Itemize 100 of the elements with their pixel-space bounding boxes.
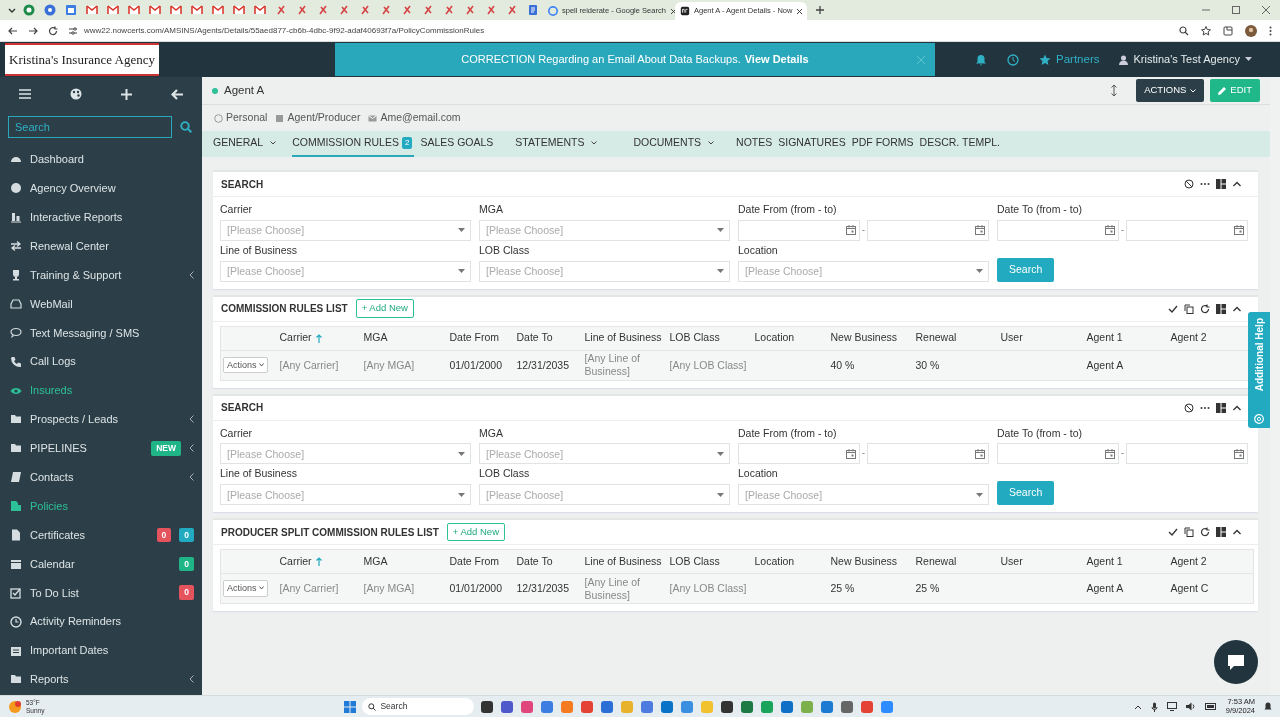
column-header[interactable]: Carrier <box>279 554 312 567</box>
actions-button[interactable]: ACTIONS <box>1136 79 1205 102</box>
calendar-icon[interactable] <box>1105 448 1115 459</box>
sidebar-item[interactable]: Prospects / Leads <box>0 405 202 434</box>
search-field[interactable]: Search <box>8 116 172 138</box>
calendar-icon[interactable] <box>1234 225 1244 236</box>
column-header[interactable]: Location <box>754 331 795 344</box>
new-tab-icon[interactable] <box>815 5 825 15</box>
check-icon[interactable] <box>1168 303 1178 314</box>
clear-icon[interactable] <box>1184 402 1194 413</box>
sidebar-item[interactable]: Important Dates <box>0 636 202 666</box>
menu-icon[interactable] <box>1269 25 1272 36</box>
column-header[interactable]: User <box>1000 331 1023 344</box>
url-field[interactable]: www22.nowcerts.com/AMSINS/Agents/Details/55aed877-cb6b-4dbc-9f92-adaf40693f7a/PolicyCommissionRules <box>84 24 485 37</box>
column-header[interactable]: Line of Business <box>584 331 662 344</box>
mail-icon[interactable] <box>127 4 140 16</box>
plus-icon[interactable] <box>120 88 132 100</box>
nav-tab[interactable]: DOCUMENTS <box>633 131 731 157</box>
app-icon[interactable] <box>500 699 515 714</box>
date-field[interactable] <box>738 219 860 241</box>
weather-icon[interactable] <box>8 699 22 714</box>
sidebar-item[interactable]: Agency Overview <box>0 173 202 203</box>
refresh-icon[interactable] <box>1200 303 1210 314</box>
sidebar-item[interactable]: Certificates 0 0 <box>0 520 202 550</box>
nav-tab[interactable]: SALES GOALS <box>420 131 510 157</box>
column-header[interactable]: Date To <box>516 331 553 344</box>
sidebar-item[interactable]: Dashboard <box>0 145 202 174</box>
extension-icon[interactable] <box>1223 25 1233 36</box>
date-field[interactable] <box>1126 219 1248 241</box>
app-icon[interactable] <box>840 699 855 714</box>
column-header[interactable]: Renewal <box>915 554 957 567</box>
actions-dropdown[interactable]: Actions <box>223 356 268 374</box>
site-info-icon[interactable] <box>68 25 78 36</box>
sort-arrow-icon[interactable] <box>315 333 322 343</box>
calendar-icon[interactable] <box>64 4 77 16</box>
nav-tab[interactable]: PDF FORMS <box>851 131 914 157</box>
column-header[interactable]: Agent 2 <box>1170 554 1207 567</box>
date-field[interactable] <box>1126 443 1248 465</box>
sidebar-item[interactable]: Text Messaging / SMS <box>0 318 202 348</box>
battery-icon[interactable] <box>1204 703 1217 710</box>
column-header[interactable]: Renewal <box>915 331 957 344</box>
taskbar-search[interactable]: Search <box>362 698 475 715</box>
nav-tab[interactable]: STATEMENTS <box>515 131 628 157</box>
column-header[interactable]: Date From <box>449 331 500 344</box>
refresh-icon[interactable] <box>1200 527 1210 537</box>
palette-icon[interactable] <box>70 88 83 100</box>
date-field[interactable] <box>867 219 989 241</box>
sidebar-item[interactable]: PIPELINES NEW <box>0 433 202 463</box>
reload-icon[interactable] <box>48 25 58 36</box>
nav-tab[interactable]: DESCR. TEMPL. <box>919 131 1000 157</box>
column-header[interactable]: Carrier <box>279 331 312 344</box>
column-header[interactable]: Location <box>754 554 795 567</box>
column-header[interactable]: New Business <box>830 554 898 567</box>
menu-icon[interactable] <box>19 89 32 99</box>
microphone-icon[interactable] <box>1150 701 1158 712</box>
clear-icon[interactable] <box>1184 179 1194 189</box>
collapse-icon[interactable] <box>1232 527 1242 537</box>
nav-tab[interactable]: COMMISSION RULES 2 <box>292 131 415 157</box>
column-header[interactable]: New Business <box>830 331 898 344</box>
sidebar-item[interactable]: Insureds <box>0 376 202 405</box>
date-field[interactable] <box>867 443 989 465</box>
star-icon[interactable] <box>1201 25 1211 36</box>
mail-icon[interactable] <box>232 4 245 16</box>
sidebar-item[interactable]: Training & Support <box>0 260 202 290</box>
date-field[interactable] <box>997 443 1119 465</box>
sidebar-item[interactable]: Interactive Reports <box>0 202 202 232</box>
mail-icon[interactable] <box>148 4 161 16</box>
sidebar-item[interactable]: WebMail <box>0 289 202 319</box>
expand-icon[interactable] <box>1110 84 1119 97</box>
account-menu[interactable]: Kristina's Test Agency <box>1119 51 1252 68</box>
calendar-icon[interactable] <box>1234 448 1244 459</box>
windows-icon[interactable] <box>344 700 357 713</box>
column-header[interactable]: LOB Class <box>669 331 720 344</box>
partners-link[interactable]: Partners <box>1039 50 1100 69</box>
calendar-icon[interactable] <box>846 448 856 459</box>
sidebar-item[interactable]: Call Logs <box>0 347 202 377</box>
collapse-icon[interactable] <box>1232 179 1242 189</box>
column-header[interactable]: Date To <box>516 554 553 567</box>
date-field[interactable] <box>997 219 1119 241</box>
app-icon[interactable] <box>480 699 495 714</box>
mail-icon[interactable] <box>169 4 182 16</box>
sort-arrow-icon[interactable] <box>315 557 322 567</box>
profile-icon[interactable] <box>1245 24 1257 37</box>
check-icon[interactable] <box>1168 527 1178 537</box>
sidebar-item[interactable]: Activity Reminders <box>0 607 202 637</box>
column-header[interactable]: MGA <box>363 331 388 344</box>
nav-tab[interactable]: SIGNATURES <box>778 131 846 157</box>
nav-tab[interactable]: GENERAL <box>213 131 287 157</box>
chevron-up-icon[interactable] <box>1133 703 1142 710</box>
mail-icon[interactable] <box>190 4 203 16</box>
date-field[interactable] <box>738 443 860 465</box>
calendar-icon[interactable] <box>846 225 856 236</box>
column-header[interactable]: Agent 1 <box>1086 331 1123 344</box>
notification-icon[interactable] <box>1264 702 1272 711</box>
scrollbar[interactable] <box>1270 77 1280 695</box>
bell-icon[interactable] <box>975 53 987 66</box>
column-header[interactable]: Agent 1 <box>1086 554 1123 567</box>
copy-icon[interactable] <box>1184 527 1194 537</box>
forward-icon[interactable] <box>28 25 38 36</box>
document-icon[interactable] <box>526 4 539 16</box>
